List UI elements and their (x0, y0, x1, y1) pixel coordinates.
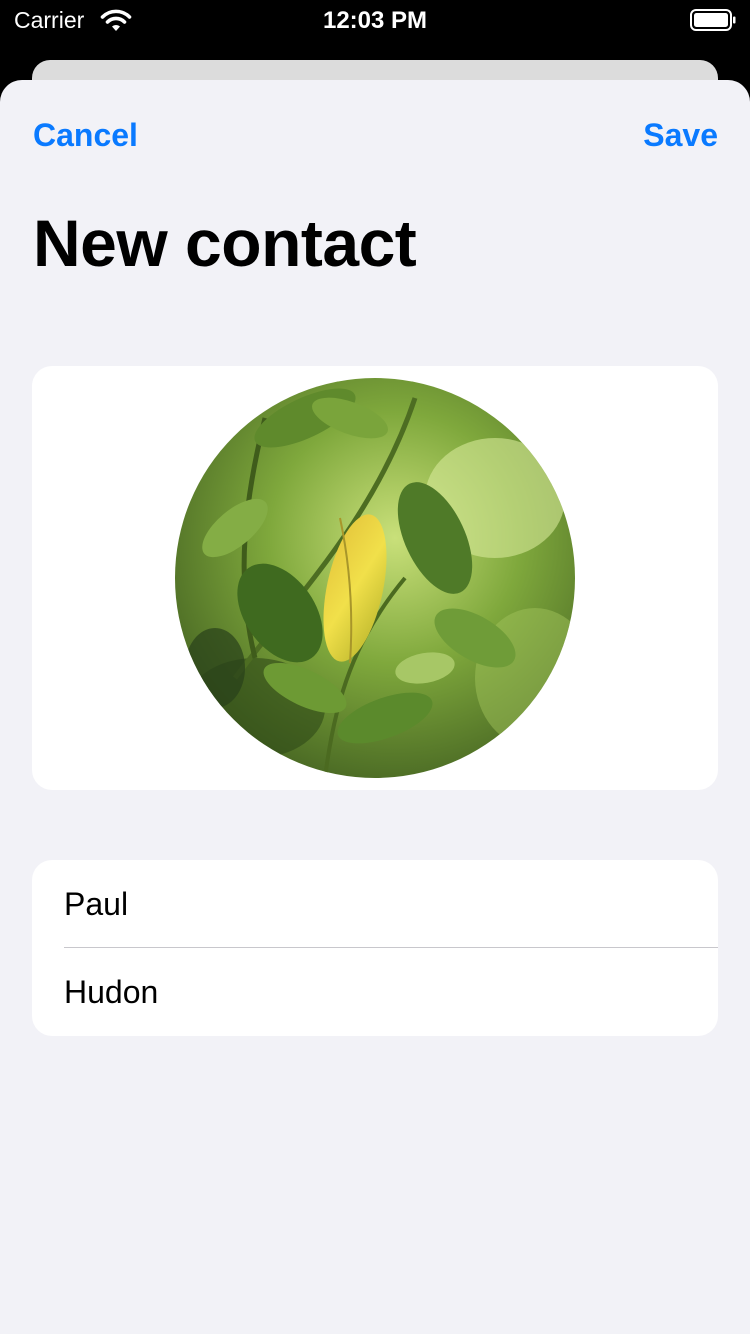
status-time: 12:03 PM (322, 7, 428, 34)
photo-card (32, 366, 718, 790)
battery-icon (690, 9, 736, 31)
new-contact-sheet: Cancel Save New contact Paul Hudon (0, 80, 750, 1334)
last-name-field[interactable]: Hudon (64, 948, 718, 1036)
status-bar: Carrier 12:03 PM (0, 0, 750, 40)
contact-photo[interactable] (175, 378, 575, 778)
first-name-field[interactable]: Paul (64, 860, 718, 948)
page-title: New contact (33, 206, 417, 280)
name-fields-card: Paul Hudon (32, 860, 718, 1036)
save-button[interactable]: Save (643, 117, 718, 154)
cancel-button[interactable]: Cancel (33, 117, 138, 154)
